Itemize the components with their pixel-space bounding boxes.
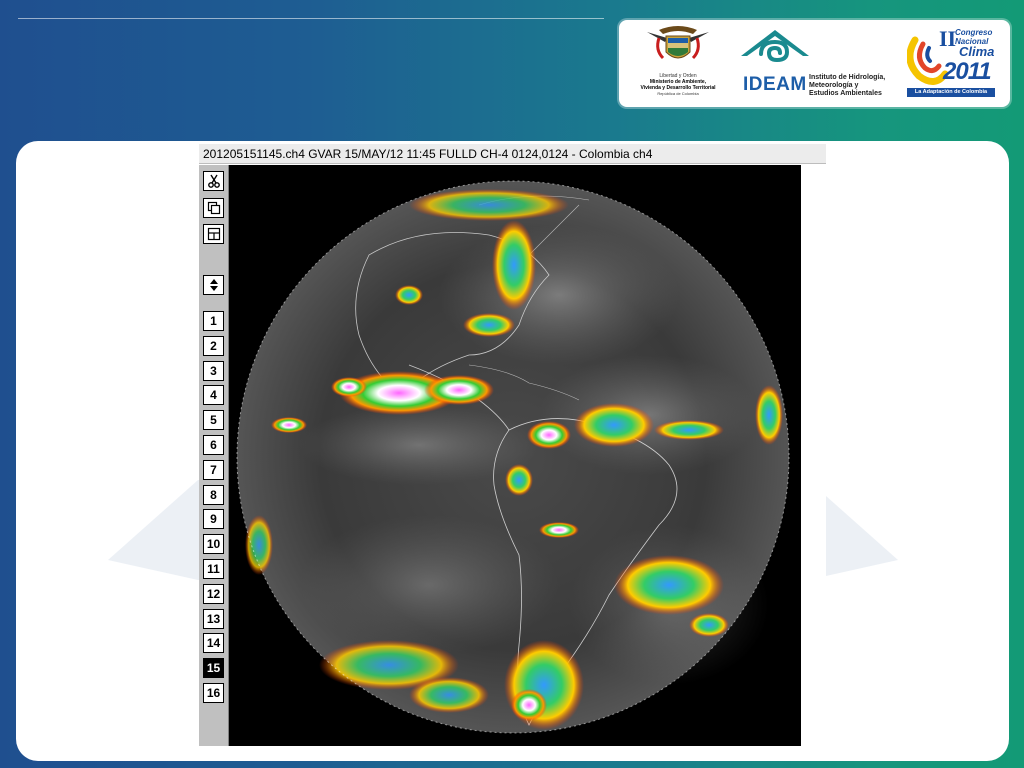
copy-icon — [207, 201, 220, 215]
frame-button-8[interactable]: 8 — [203, 484, 224, 505]
frame-button-15[interactable]: 15 — [203, 658, 224, 679]
frame-button-3[interactable]: 3 — [203, 360, 224, 381]
frame-button-12[interactable]: 12 — [203, 583, 224, 604]
frame-button-6[interactable]: 6 — [203, 435, 224, 455]
frame-button-2[interactable]: 2 — [203, 335, 224, 356]
ministry-logo: Libertad y Orden Ministerio de Ambiente,… — [637, 24, 719, 104]
satellite-viewer-window: 201205151145.ch4 GVAR 15/MAY/12 11:45 FU… — [199, 144, 826, 746]
congreso-word-congreso: Congreso — [955, 28, 993, 37]
congreso-numeral: II — [939, 26, 957, 51]
frame-button-11[interactable]: 11 — [203, 559, 224, 579]
congreso-word-clima: Clima — [959, 44, 995, 59]
earth-disk-image — [229, 165, 801, 746]
frame-button-14[interactable]: 14 — [203, 633, 224, 654]
frame-button-9[interactable]: 9 — [203, 509, 224, 530]
congreso-year: 2011 — [943, 58, 992, 85]
congreso-tagline: La Adaptación de Colombia — [907, 88, 995, 97]
frame-button-13[interactable]: 13 — [203, 608, 224, 629]
frame-button-5[interactable]: 5 — [203, 410, 224, 431]
viewer-toolbar: 1 2 3 4 5 6 7 8 9 10 11 12 13 14 15 16 — [199, 165, 229, 746]
frame-button-1[interactable]: 1 — [203, 311, 224, 331]
ideam-logo: IDEAM Instituto de Hidrología, Meteorolo… — [737, 26, 897, 102]
frame-button-16[interactable]: 16 — [203, 683, 224, 703]
ideam-line-2: Meteorología y — [809, 82, 859, 89]
cut-tool-button[interactable] — [203, 171, 224, 191]
layout-tool-button[interactable] — [203, 224, 224, 244]
satellite-image — [229, 165, 801, 746]
ideam-line-1: Instituto de Hidrología, — [809, 74, 886, 81]
ideam-line-3: Estudios Ambientales — [809, 90, 882, 97]
ideam-wordmark: IDEAM — [743, 74, 807, 95]
ideam-fullname: Instituto de Hidrología, Meteorología y … — [809, 74, 909, 98]
frame-button-7[interactable]: 7 — [203, 459, 224, 480]
window-layout-icon — [207, 227, 220, 241]
viewer-title-bar: 201205151145.ch4 GVAR 15/MAY/12 11:45 FU… — [199, 144, 826, 164]
scissors-icon — [207, 174, 220, 188]
coat-of-arms-icon — [647, 26, 709, 60]
logo-banner: Libertad y Orden Ministerio de Ambiente,… — [619, 20, 1010, 107]
copy-tool-button[interactable] — [203, 198, 224, 218]
ministry-country: República de Colombia — [657, 91, 699, 96]
header-rule — [18, 18, 604, 19]
scroll-frames-button[interactable] — [203, 275, 224, 295]
frame-button-4[interactable]: 4 — [203, 385, 224, 406]
up-down-arrow-icon — [209, 279, 218, 291]
congreso-logo: II Congreso Nacional Clima 2011 La Adapt… — [907, 26, 999, 102]
ideam-emblem-icon — [741, 30, 809, 63]
frame-button-10[interactable]: 10 — [203, 534, 224, 555]
